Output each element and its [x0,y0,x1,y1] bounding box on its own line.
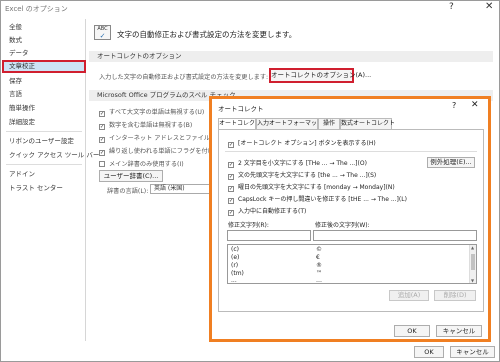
spell-option-label: 数字を含む単語は無視する(B) [109,122,193,129]
spell-option-ignore-uppercase[interactable]: ✓ すべて大文字の単語は無視する(U) [99,107,204,117]
tab-autoformat-as-you-type[interactable]: 入力オートフォーマット [256,118,323,129]
list-item[interactable]: (r) ® [228,262,468,270]
checkbox-icon[interactable]: ✓ [99,150,105,156]
option-label: 2 文字目を小文字にする [THe ... → The ...](O) [238,160,367,167]
option-capitalize-days[interactable]: ✓ 曜日の先頭文字を大文字にする [monday → Monday](N) [228,182,395,192]
list-item[interactable]: ... … [228,277,468,284]
option-label: 曜日の先頭文字を大文字にする [monday → Monday](N) [238,184,395,191]
scrollbar-thumb[interactable] [471,254,475,270]
with-label: 修正後の文字列(W): [315,222,370,229]
autocorrect-dialog: オートコレクト ? ✕ オートコレクト 入力オートフォーマット 操作 数式オート… [209,96,491,342]
sidebar-item-accessibility[interactable]: 簡単操作 [2,102,86,114]
options-cancel-button[interactable]: キャンセル [450,346,495,358]
replace-input[interactable] [227,230,311,241]
dictionary-language-label: 辞書の言語(L): [107,188,149,195]
sidebar-item-quick-access-toolbar[interactable]: クイック アクセス ツール バー [2,149,99,161]
autocorrect-description: 入力した文字の自動修正および書式設定の方法を変更します: [99,74,269,81]
exceptions-button[interactable]: 例外処理(E)... [427,157,475,168]
dialog-title: オートコレクト [218,105,264,113]
option-replace-as-you-type[interactable]: ✓ 入力中に自動修正する(T) [228,206,306,216]
autocorrect-entries-list[interactable]: (c) © (e) € (r) ® (tm) ™ ...… ▲ ▼ [227,244,477,284]
title-bar: Excel のオプション ? ✕ [1,1,499,15]
sidebar-item-customize-ribbon[interactable]: リボンのユーザー設定 [2,135,86,147]
spell-option-label: 繰り返し使われる単語にフラグを付ける( [109,148,223,155]
sidebar-item-trust-center[interactable]: トラスト センター [2,182,86,194]
spell-option-label: メイン辞書のみ使用する(I) [109,161,184,168]
show-options-buttons-option[interactable]: ✓ [オートコレクト オプション] ボタンを表示する(H) [228,138,376,148]
sidebar-divider [6,131,82,132]
option-label: 文の先頭文字を大文字にする [the ... → The ...](S) [238,172,377,179]
option-label: 入力中に自動修正する(T) [238,208,307,215]
checkbox-icon[interactable]: ✓ [228,162,234,168]
sidebar-item-language[interactable]: 言語 [2,88,86,100]
entry-from: (r) [231,262,239,269]
option-label: [オートコレクト オプション] ボタンを表示する(H) [238,140,376,147]
window-title: Excel のオプション [5,5,68,13]
entry-to: € [316,254,320,261]
dictionary-language-select[interactable]: 英語 (米国) [150,184,210,194]
entry-to: ® [316,262,322,269]
scroll-up-icon[interactable]: ▲ [471,245,474,250]
autocorrect-options-button[interactable]: オートコレクトのオプション(A)... [269,68,371,83]
checkbox-icon[interactable]: ✓ [99,137,105,143]
option-label: CapsLock キーの押し間違いを修正する [tHE ... → The ..… [238,196,407,203]
sidebar-item-save[interactable]: 保存 [2,75,86,87]
sidebar-item-general[interactable]: 全般 [2,21,86,33]
spell-option-flag-repeated[interactable]: ✓ 繰り返し使われる単語にフラグを付ける( [99,146,222,156]
entry-from: ... [231,277,237,284]
sidebar-item-data[interactable]: データ [2,47,86,59]
checkbox-icon[interactable]: ✓ [228,198,234,204]
dialog-help-icon[interactable]: ? [452,101,456,110]
spellcheck-abc-icon: ABC ✓ [94,25,111,40]
page-heading: 文字の自動修正および書式設定の方法を変更します。 [117,30,297,39]
spell-option-ignore-numbers[interactable]: ✓ 数字を含む単語は無視する(B) [99,120,192,130]
sidebar-item-addins[interactable]: アドイン [2,168,86,180]
checkbox-icon[interactable]: ✓ [228,186,234,192]
sidebar-item-advanced[interactable]: 詳細設定 [2,116,86,128]
option-capitalize-sentences[interactable]: ✓ 文の先頭文字を大文字にする [the ... → The ...](S) [228,170,376,180]
options-ok-button[interactable]: OK [414,346,444,358]
checkbox-icon[interactable]: ✓ [228,142,234,148]
with-input[interactable] [313,230,477,241]
checkbox-icon[interactable]: ✓ [228,210,234,216]
help-icon[interactable]: ? [449,2,454,12]
list-item[interactable]: (c) © [228,246,468,254]
tab-math-autocorrect[interactable]: 数式オートコレクト [340,118,395,129]
checkbox-icon[interactable]: ✓ [99,111,105,117]
checkbox-icon[interactable]: ✓ [99,124,105,130]
autocorrect-tab-panel: ✓ [オートコレクト オプション] ボタンを表示する(H) ✓ 2 文字目を小文字に… [218,129,484,312]
entry-from: (e) [231,254,240,261]
spell-option-label: すべて大文字の単語は無視する(U) [109,109,205,116]
list-item[interactable]: (e) € [228,254,468,262]
option-caps-lock-correction[interactable]: ✓ CapsLock キーの押し間違いを修正する [tHE ... → The .… [228,194,407,204]
checkbox-icon[interactable] [99,161,105,167]
entry-to: … [316,277,322,284]
option-two-initial-capitals[interactable]: ✓ 2 文字目を小文字にする [THe ... → The ...](O) [228,158,367,168]
dialog-close-icon[interactable]: ✕ [471,100,479,110]
delete-button[interactable]: 削除(D) [434,290,476,301]
sidebar-divider [6,164,82,165]
dialog-ok-button[interactable]: OK [394,325,430,337]
close-icon[interactable]: ✕ [485,1,493,12]
dialog-cancel-button[interactable]: キャンセル [436,325,482,337]
scroll-down-icon[interactable]: ▼ [471,278,474,283]
spell-option-main-dictionary[interactable]: メイン辞書のみ使用する(I) [99,159,184,168]
sidebar-item-formulas[interactable]: 数式 [2,34,86,46]
divider [225,151,477,152]
user-dictionary-button[interactable]: ユーザー辞書(C)... [99,170,163,182]
autocorrect-section-header: オートコレクトのオプション [89,51,493,62]
add-button[interactable]: 追加(A) [389,290,429,301]
entry-from: (c) [231,246,239,253]
entry-to: © [316,246,322,253]
tab-actions[interactable]: 操作 [318,118,340,129]
sidebar-item-proofing[interactable]: 文章校正 [2,60,86,73]
checkbox-icon[interactable]: ✓ [228,174,234,180]
replace-label: 修正文字列(R): [228,222,269,229]
list-scrollbar[interactable]: ▲ ▼ [469,245,476,283]
options-sidebar: 全般 数式 データ 文章校正 保存 言語 簡単操作 詳細設定 リボンのユーザー設… [2,19,99,341]
